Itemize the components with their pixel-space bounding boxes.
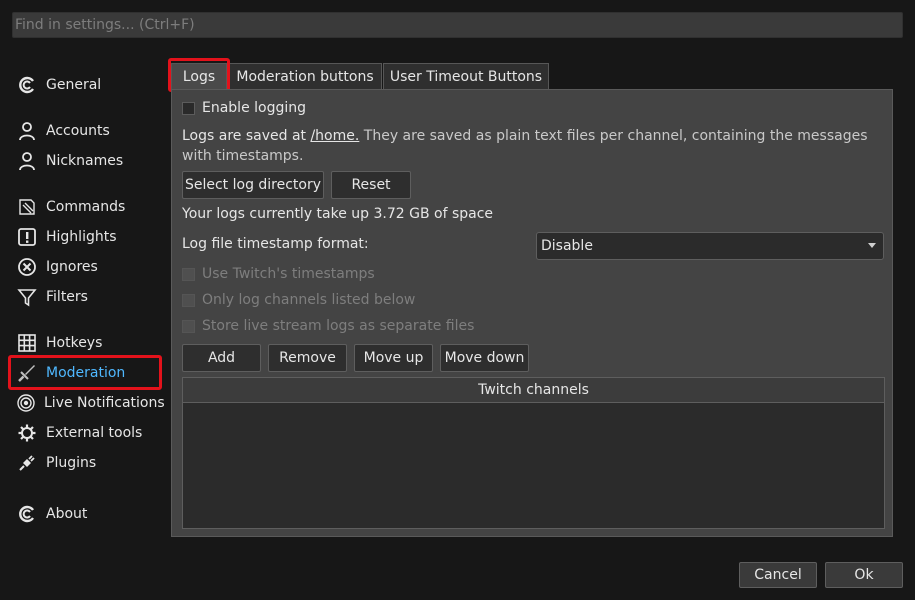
sidebar-item-plugins[interactable]: Plugins	[12, 448, 162, 478]
only-listed-label: Only log channels listed below	[202, 292, 416, 308]
tab-logs[interactable]: Logs	[171, 63, 227, 89]
sidebar-item-hotkeys[interactable]: Hotkeys	[12, 328, 162, 358]
move-down-button[interactable]: Move down	[440, 344, 529, 372]
sidebar-item-external-tools[interactable]: External tools	[12, 418, 162, 448]
radio-icon	[16, 392, 36, 414]
select-log-directory-button[interactable]: Select log directory	[182, 171, 324, 199]
only-listed-row[interactable]: Only log channels listed below	[182, 292, 415, 308]
sidebar-item-label: Highlights	[46, 229, 117, 245]
timestamp-format-select[interactable]: Disable	[536, 232, 884, 260]
sidebar-item-general[interactable]: General	[12, 70, 162, 100]
settings-sidebar: General Accounts Nicknames Commands High…	[0, 0, 170, 600]
twitch-channels-header: Twitch channels	[183, 378, 884, 403]
sidebar-item-label: Live Notifications	[44, 395, 165, 411]
separate-files-row[interactable]: Store live stream logs as separate files	[182, 318, 474, 334]
enable-logging-label: Enable logging	[202, 100, 307, 116]
sidebar-item-label: Nicknames	[46, 153, 124, 169]
move-up-button[interactable]: Move up	[354, 344, 433, 372]
sidebar-item-label: Commands	[46, 199, 126, 215]
x-circle-icon	[16, 256, 38, 278]
commands-icon	[16, 196, 38, 218]
sidebar-item-label: Filters	[46, 289, 88, 305]
exclamation-icon	[16, 226, 38, 248]
chatterino-logo-icon	[16, 503, 38, 525]
sidebar-item-label: Moderation	[46, 365, 126, 381]
plug-icon	[16, 452, 38, 474]
sword-icon	[16, 362, 38, 384]
sidebar-item-label: Plugins	[46, 455, 97, 471]
sidebar-item-label: Ignores	[46, 259, 98, 275]
twitch-timestamps-checkbox[interactable]	[182, 267, 195, 281]
sidebar-item-filters[interactable]: Filters	[12, 282, 162, 312]
sidebar-item-label: External tools	[46, 425, 143, 441]
cancel-button[interactable]: Cancel	[739, 562, 817, 588]
enable-logging-checkbox[interactable]	[182, 101, 195, 115]
add-channel-button[interactable]: Add	[182, 344, 261, 372]
sidebar-item-highlights[interactable]: Highlights	[12, 222, 162, 252]
separate-files-checkbox[interactable]	[182, 319, 195, 333]
twitch-channels-table[interactable]: Twitch channels	[182, 377, 885, 529]
log-size-label: Your logs currently take up 3.72 GB of s…	[182, 206, 494, 222]
sidebar-item-nicknames[interactable]: Nicknames	[12, 146, 162, 176]
chevron-down-icon	[868, 243, 876, 248]
tab-moderation-buttons[interactable]: Moderation buttons	[228, 63, 382, 89]
saved-prefix: Logs are saved at	[182, 128, 311, 144]
filter-icon	[16, 286, 38, 308]
log-directory-link[interactable]: /home.	[310, 128, 359, 144]
logs-panel: Enable logging Logs are saved at /home. …	[171, 89, 893, 537]
user-icon	[16, 150, 38, 172]
tab-user-timeout-buttons[interactable]: User Timeout Buttons	[383, 63, 549, 89]
twitch-timestamps-label: Use Twitch's timestamps	[202, 266, 375, 282]
enable-logging-row[interactable]: Enable logging	[182, 100, 306, 116]
timestamp-format-value: Disable	[541, 238, 593, 254]
chatterino-logo-icon	[16, 74, 38, 96]
user-icon	[16, 120, 38, 142]
sidebar-item-commands[interactable]: Commands	[12, 192, 162, 222]
logs-location-description: Logs are saved at /home. They are saved …	[182, 126, 872, 166]
sidebar-item-live-notifications[interactable]: Live Notifications	[12, 388, 165, 418]
sidebar-item-label: About	[46, 506, 88, 522]
sidebar-item-moderation[interactable]: Moderation	[12, 358, 162, 388]
timestamp-format-label: Log file timestamp format:	[182, 236, 369, 252]
ok-button[interactable]: Ok	[825, 562, 903, 588]
sidebar-item-label: General	[46, 77, 102, 93]
sidebar-item-label: Hotkeys	[46, 335, 103, 351]
reset-button[interactable]: Reset	[331, 171, 411, 199]
gear-icon	[16, 422, 38, 444]
log-size-text: Your logs currently take up 3.72 GB of s…	[182, 206, 493, 222]
sidebar-item-accounts[interactable]: Accounts	[12, 116, 162, 146]
only-listed-checkbox[interactable]	[182, 293, 195, 307]
sidebar-item-label: Accounts	[46, 123, 110, 139]
separate-files-label: Store live stream logs as separate files	[202, 318, 475, 334]
sidebar-item-about[interactable]: About	[12, 499, 162, 529]
twitch-timestamps-row[interactable]: Use Twitch's timestamps	[182, 266, 375, 282]
keyboard-grid-icon	[16, 332, 38, 354]
remove-channel-button[interactable]: Remove	[268, 344, 347, 372]
timestamp-format-row: Log file timestamp format:	[182, 236, 369, 252]
sidebar-item-ignores[interactable]: Ignores	[12, 252, 162, 282]
